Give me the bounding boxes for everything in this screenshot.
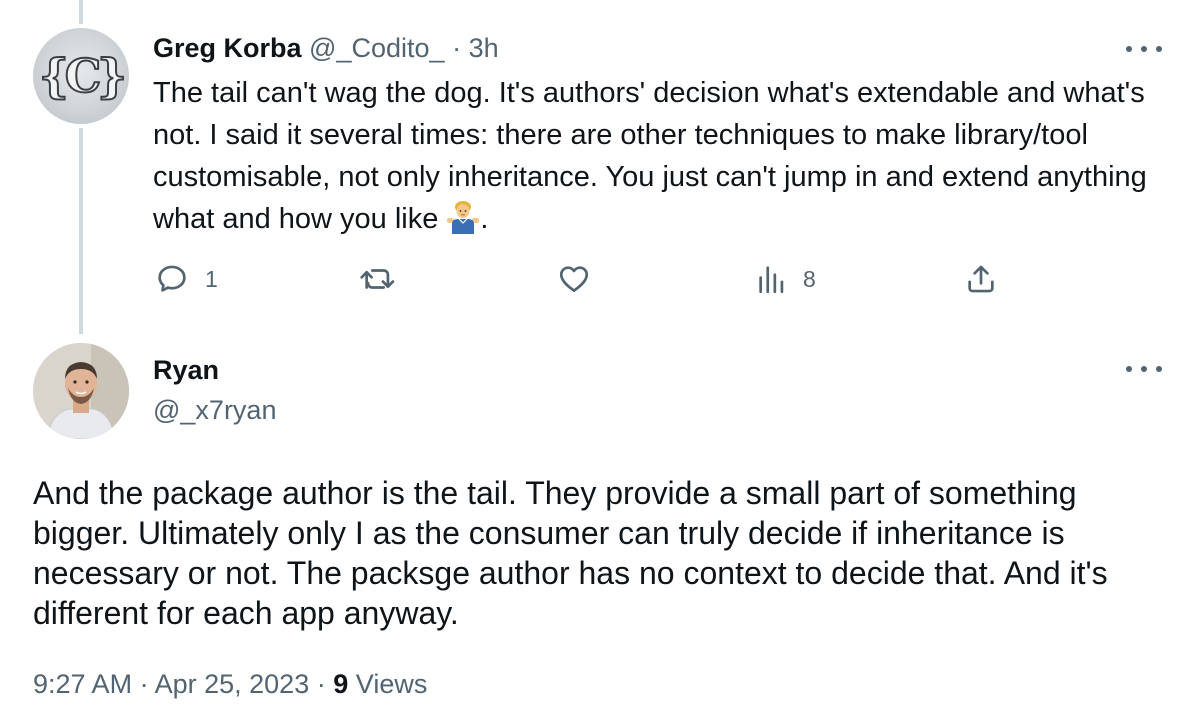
author-name[interactable]: Greg Korba bbox=[153, 33, 302, 63]
avatar-greg-korba[interactable]: {C} bbox=[33, 28, 129, 124]
thread-connector-top bbox=[79, 0, 83, 24]
reply-count: 1 bbox=[205, 265, 218, 292]
meta-separator: · bbox=[452, 33, 462, 63]
thread-connector bbox=[79, 128, 83, 334]
tweet-text-end: . bbox=[480, 203, 489, 235]
like-button[interactable] bbox=[556, 255, 608, 303]
share-button[interactable] bbox=[964, 255, 998, 303]
retweet-icon bbox=[360, 269, 395, 289]
views-chart-icon bbox=[759, 266, 784, 294]
retweet-button[interactable] bbox=[358, 255, 414, 303]
author-handle[interactable]: @_x7ryan bbox=[153, 392, 276, 428]
views-count: 9 bbox=[333, 669, 349, 699]
avatar-logo-text: {C} bbox=[38, 48, 128, 104]
tweet-time[interactable]: 9:27 AM bbox=[33, 669, 132, 699]
tweet-text: The tail can't wag the dog. It's authors… bbox=[153, 72, 1163, 240]
meta-separator: · bbox=[139, 669, 149, 699]
meta-separator: · bbox=[316, 669, 326, 699]
views-count: 8 bbox=[803, 265, 816, 292]
tweet-header: Greg Korba @_Codito_ · 3h bbox=[153, 30, 499, 66]
tweet-text-content: The tail can't wag the dog. It's authors… bbox=[153, 77, 1147, 235]
avatar-ryan[interactable] bbox=[33, 343, 129, 439]
man-shrugging-emoji bbox=[446, 198, 480, 234]
tweet-timestamp: 9:27 AM · Apr 25, 2023 · 9 Views bbox=[33, 666, 427, 702]
tweet-time[interactable]: 3h bbox=[469, 33, 499, 63]
views-button[interactable]: 8 bbox=[757, 255, 816, 303]
views-label[interactable]: Views bbox=[356, 669, 428, 699]
tweet-thread: {C} Greg Korba @_Codito_ · 3h The tail c… bbox=[0, 0, 1200, 719]
tweet-actions: 1 8 bbox=[0, 255, 1200, 303]
author-name[interactable]: Ryan bbox=[153, 352, 219, 388]
tweet-date[interactable]: Apr 25, 2023 bbox=[155, 669, 310, 699]
more-icon[interactable] bbox=[1124, 359, 1164, 379]
reply-button[interactable]: 1 bbox=[155, 255, 218, 303]
heart-icon bbox=[559, 266, 589, 292]
author-handle[interactable]: @_Codito_ bbox=[309, 33, 445, 63]
more-icon[interactable] bbox=[1124, 39, 1164, 59]
tweet-text: And the package author is the tail. They… bbox=[33, 475, 1108, 631]
avatar-photo bbox=[33, 343, 129, 439]
share-icon bbox=[968, 265, 994, 293]
reply-icon bbox=[158, 265, 186, 292]
